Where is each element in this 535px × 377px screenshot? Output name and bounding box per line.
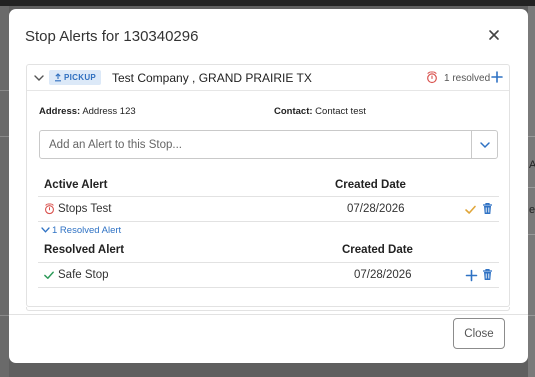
plus-icon[interactable] xyxy=(491,70,503,84)
background-fragment: Ac xyxy=(529,159,535,171)
background-page-left xyxy=(0,6,9,377)
resolved-alert-date: 07/28/2026 xyxy=(354,269,412,281)
chevron-down-icon xyxy=(41,227,50,233)
resolved-count: 1 resolved xyxy=(444,73,491,84)
active-created-date-header: Created Date xyxy=(335,179,406,191)
add-alert-placeholder: Add an Alert to this Stop... xyxy=(49,139,182,151)
alarm-icon xyxy=(427,71,437,84)
check-icon[interactable] xyxy=(464,203,477,216)
chevron-down-icon[interactable] xyxy=(478,138,492,152)
modal-footer-divider xyxy=(9,314,528,315)
background-page-right: Ac e xyxy=(528,6,535,377)
address-label: Address: xyxy=(39,106,81,117)
add-alert-select[interactable]: Add an Alert to this Stop... xyxy=(39,130,498,159)
stop-card: PICKUP Test Company , GRAND PRAIRIE TX 1… xyxy=(26,64,510,307)
stop-alerts-modal: Stop Alerts for 130340296 PICKUP Test Co… xyxy=(9,9,528,363)
trash-icon[interactable] xyxy=(481,268,494,281)
upload-icon xyxy=(55,73,61,82)
table-divider xyxy=(38,262,499,263)
active-alert-date: 07/28/2026 xyxy=(347,203,405,215)
active-alert-header: Active Alert xyxy=(44,179,108,191)
stop-type-label: PICKUP xyxy=(64,73,97,82)
resolved-alert-name: Safe Stop xyxy=(58,269,109,281)
resolved-alerts-toggle[interactable]: 1 Resolved Alert xyxy=(41,225,121,236)
app-topbar xyxy=(0,0,535,6)
modal-title: Stop Alerts for 130340296 xyxy=(25,28,199,45)
trash-icon[interactable] xyxy=(481,202,494,215)
close-button[interactable]: Close xyxy=(453,318,505,349)
plus-icon[interactable] xyxy=(465,269,478,282)
alarm-icon xyxy=(45,203,54,215)
stop-card-footer xyxy=(26,307,510,311)
check-icon xyxy=(44,271,54,279)
contact-value: Contact test xyxy=(315,106,366,117)
stop-contact: Contact: Contact test xyxy=(274,106,366,117)
table-divider xyxy=(38,196,499,197)
resolved-created-date-header: Created Date xyxy=(342,244,413,256)
stop-type-badge: PICKUP xyxy=(49,70,102,85)
stop-address: Address: Address 123 xyxy=(39,106,136,117)
address-value: Address 123 xyxy=(82,106,136,117)
contact-label: Contact: xyxy=(274,106,313,117)
stop-company: Test Company , GRAND PRAIRIE TX xyxy=(112,71,312,85)
background-fragment: e xyxy=(529,204,535,216)
resolved-alert-header: Resolved Alert xyxy=(44,244,125,256)
resolved-toggle-label: 1 Resolved Alert xyxy=(52,225,122,236)
select-divider xyxy=(471,131,472,158)
table-divider xyxy=(38,221,499,222)
chevron-down-icon[interactable] xyxy=(33,72,45,84)
active-alert-name: Stops Test xyxy=(58,203,112,215)
stop-header: PICKUP Test Company , GRAND PRAIRIE TX 1… xyxy=(27,65,509,91)
table-divider xyxy=(38,287,499,288)
close-icon[interactable] xyxy=(486,27,502,43)
